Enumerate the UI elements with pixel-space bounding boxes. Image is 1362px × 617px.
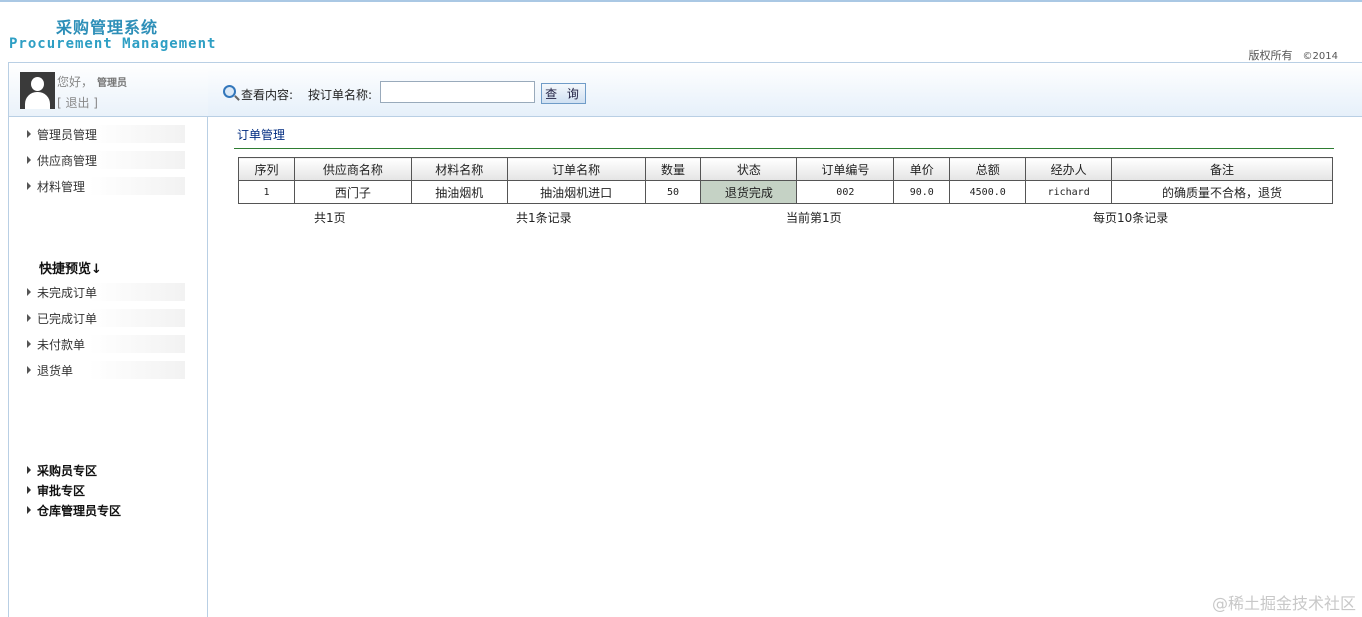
column-header: 状态 [700, 157, 798, 181]
pager-current-page: 当前第1页 [786, 211, 842, 225]
caret-right-icon [27, 506, 31, 514]
cell-unit-price: 90.0 [893, 180, 951, 204]
sidebar-item-label: 仓库管理员专区 [37, 504, 122, 518]
app-title-en: Procurement Management [9, 36, 217, 52]
caret-right-icon [27, 466, 31, 474]
column-header: 材料名称 [410, 157, 508, 181]
cell-supplier: 西门子 [293, 180, 412, 204]
cell-quantity: 50 [644, 180, 702, 204]
copyright-year: ©2014 [1302, 51, 1338, 62]
sidebar-item-label: 采购员专区 [37, 464, 98, 478]
sidebar-item-label: 已完成订单 [37, 312, 98, 326]
caret-right-icon [27, 366, 31, 374]
sidebar-item-material-management[interactable]: 材料管理 [25, 177, 185, 195]
quick-preview-title: 快捷预览↓ [39, 262, 102, 277]
sidebar-item-label: 未完成订单 [37, 286, 98, 300]
title-divider [234, 148, 1334, 149]
cell-index: 1 [238, 180, 295, 204]
column-header: 序列 [238, 157, 295, 181]
sidebar-item-label: 退货单 [37, 364, 74, 378]
column-header: 单价 [893, 157, 951, 181]
sidebar-item-admin-management[interactable]: 管理员管理 [25, 125, 185, 143]
sidebar: 管理员管理 供应商管理 材料管理 快捷预览↓ 未完成订单 已完成订单 未付款单 … [8, 117, 208, 617]
column-header: 订单编号 [796, 157, 895, 181]
order-name-label: 按订单名称: [308, 88, 373, 102]
app-title-cn: 采购管理系统 [56, 18, 159, 37]
cell-status: 退货完成 [700, 180, 798, 204]
page-title: 订单管理 [237, 128, 286, 142]
search-label: 查看内容: [241, 88, 294, 102]
watermark: @稀土掘金技术社区 [1211, 594, 1356, 613]
pager-total-records: 共1条记录 [516, 211, 572, 225]
cell-remark: 的确质量不合格，退货 [1111, 180, 1333, 204]
pager-total-pages: 共1页 [314, 211, 346, 225]
caret-right-icon [27, 156, 31, 164]
sidebar-item-return-orders[interactable]: 退货单 [25, 361, 185, 379]
search-bar: 查看内容: 按订单名称: 查 询 [208, 62, 1362, 117]
greeting-text: 您好， [57, 75, 94, 89]
user-panel: 您好， 管理员 [ 退出 ] [8, 62, 208, 117]
cell-order-name: 抽油烟机进口 [506, 180, 646, 204]
table-row[interactable]: 1 西门子 抽油烟机 抽油烟机进口 50 退货完成 002 90.0 4500.… [238, 180, 1333, 204]
sidebar-item-label: 审批专区 [37, 484, 86, 498]
caret-right-icon [27, 130, 31, 138]
column-header: 供应商名称 [293, 157, 412, 181]
copyright-text: 版权所有 [1248, 49, 1293, 62]
column-header: 总额 [949, 157, 1027, 181]
caret-right-icon [27, 486, 31, 494]
orders-table: 序列 供应商名称 材料名称 订单名称 数量 状态 订单编号 单价 总额 经办人 … [238, 157, 1333, 204]
table-header-row: 序列 供应商名称 材料名称 订单名称 数量 状态 订单编号 单价 总额 经办人 … [238, 157, 1333, 181]
search-button[interactable]: 查 询 [541, 83, 586, 104]
caret-right-icon [27, 182, 31, 190]
search-icon [223, 85, 236, 98]
caret-right-icon [27, 288, 31, 296]
sidebar-item-supplier-management[interactable]: 供应商管理 [25, 151, 185, 169]
sidebar-item-finished-orders[interactable]: 已完成订单 [25, 309, 185, 327]
logout-link[interactable]: [ 退出 ] [57, 94, 98, 111]
cell-total: 4500.0 [949, 180, 1027, 204]
pager-per-page: 每页10条记录 [1093, 211, 1169, 225]
copyright: 版权所有 ©2014 [1249, 47, 1338, 63]
sidebar-item-label: 材料管理 [37, 180, 86, 194]
sidebar-item-label: 未付款单 [37, 338, 86, 352]
cell-handler: richard [1025, 180, 1113, 204]
user-role: 管理员 [97, 78, 128, 89]
cell-material: 抽油烟机 [410, 180, 508, 204]
greeting: 您好， 管理员 [57, 73, 127, 90]
column-header: 数量 [644, 157, 702, 181]
column-header: 经办人 [1025, 157, 1113, 181]
sidebar-item-unfinished-orders[interactable]: 未完成订单 [25, 283, 185, 301]
column-header: 备注 [1111, 157, 1333, 181]
avatar [20, 72, 55, 109]
caret-right-icon [27, 340, 31, 348]
sidebar-item-label: 管理员管理 [37, 128, 98, 142]
column-header: 订单名称 [506, 157, 646, 181]
sidebar-item-unpaid-orders[interactable]: 未付款单 [25, 335, 185, 353]
order-name-input[interactable] [380, 81, 535, 103]
caret-right-icon [27, 314, 31, 322]
cell-order-number: 002 [796, 180, 895, 204]
app-header: 采购管理系统 Procurement Management 版权所有 ©2014 [0, 2, 1362, 62]
sidebar-item-label: 供应商管理 [37, 154, 98, 168]
